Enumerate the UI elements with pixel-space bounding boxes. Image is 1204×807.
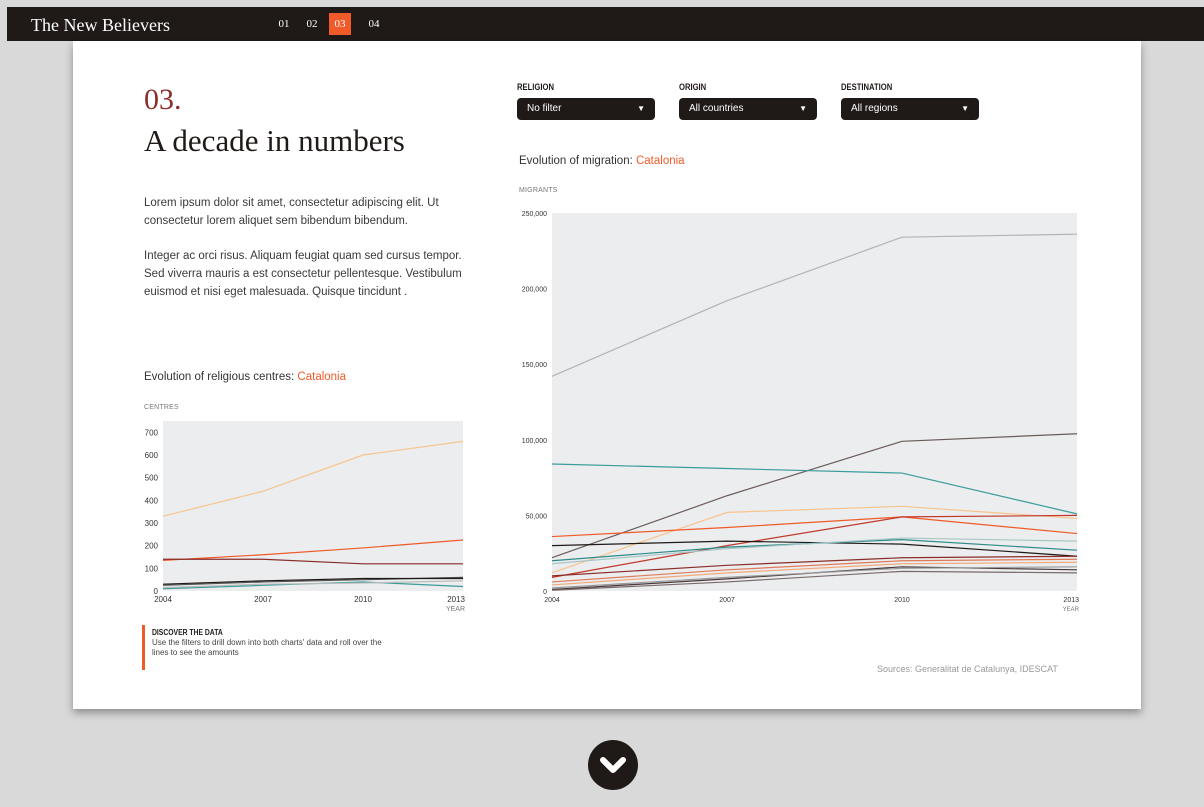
discover-callout: DISCOVER THE DATA Use the filters to dri… <box>142 625 392 670</box>
centres-heading-prefix: Evolution of religious centres: <box>144 371 298 383</box>
site-title[interactable]: The New Believers <box>31 15 170 36</box>
centres-x-tick-label: 2004 <box>154 595 172 604</box>
migration-x-tick-label: 2013 <box>1063 597 1079 604</box>
intro-paragraph-2: Integer ac orci risus. Aliquam feugiat q… <box>144 250 462 298</box>
triangle-down-icon: ▼ <box>799 104 807 113</box>
nav-item-01[interactable]: 01 <box>273 13 295 35</box>
triangle-down-icon: ▼ <box>637 104 645 113</box>
migration-y-tick-label: 100,000 <box>522 438 547 445</box>
discover-text: Use the filters to drill down into both … <box>152 638 382 657</box>
centres-chart-heading: Evolution of religious centres: Cataloni… <box>144 371 346 383</box>
migration-x-tick-label: 2007 <box>719 597 735 604</box>
religion-select-value: No filter <box>527 103 562 114</box>
migration-y-unit: MIGRANTS <box>519 187 558 194</box>
centres-x-axis-label: YEAR <box>446 606 465 613</box>
migration-x-axis-label: YEAR <box>1063 607 1080 613</box>
origin-select-value: All countries <box>689 103 744 114</box>
centres-x-tick-label: 2007 <box>254 595 272 604</box>
top-bar: The New Believers 01 02 03 04 <box>7 7 1204 41</box>
centres-plot-area <box>163 421 463 591</box>
scroll-down-button[interactable] <box>588 740 638 790</box>
nav-item-02[interactable]: 02 <box>301 13 323 35</box>
filter-label-religion: RELIGION <box>517 82 554 92</box>
migration-heading-prefix: Evolution of migration: <box>519 155 636 167</box>
discover-title: DISCOVER THE DATA <box>152 628 223 637</box>
destination-select[interactable]: All regions ▼ <box>841 98 979 120</box>
filter-label-destination: DESTINATION <box>841 82 893 92</box>
migration-chart: 0 50,000 100,000 150,000 200,000 250,000 2004 2… <box>522 211 1080 613</box>
migration-chart-heading: Evolution of migration: Catalonia <box>519 155 685 167</box>
migration-x-tick-label: 2004 <box>544 597 560 604</box>
centres-heading-region[interactable]: Catalonia <box>297 371 346 383</box>
chevron-down-icon <box>600 757 626 773</box>
chapter-title: A decade in numbers <box>144 123 405 158</box>
migration-heading-region[interactable]: Catalonia <box>636 155 685 167</box>
religious-centres-chart: 01002003004005006007002004 2007 2010 2013YE… <box>145 421 466 613</box>
religion-select[interactable]: No filter ▼ <box>517 98 655 120</box>
nav-item-03[interactable]: 03 <box>329 13 351 35</box>
centres-x-tick-label: 2010 <box>354 595 372 604</box>
migration-x-tick-label: 2010 <box>894 597 910 604</box>
centres-y-tick-label: 400 <box>145 496 159 505</box>
sources-note: Sources: Generalitat de Catalunya, IDESC… <box>877 664 1058 674</box>
centres-y-tick-label: 700 <box>145 428 159 437</box>
centres-y-tick-label: 600 <box>145 451 159 460</box>
centres-y-tick-label: 500 <box>145 474 159 483</box>
destination-select-value: All regions <box>851 103 898 114</box>
nav-item-04[interactable]: 04 <box>363 13 385 35</box>
intro-paragraph-1: Lorem ipsum dolor sit amet, consectetur … <box>144 197 439 227</box>
migration-y-tick-label: 200,000 <box>522 287 547 294</box>
migration-y-tick-label: 150,000 <box>522 362 547 369</box>
centres-y-tick-label: 300 <box>145 519 159 528</box>
triangle-down-icon: ▼ <box>961 104 969 113</box>
centres-y-unit: CENTRES <box>144 404 179 411</box>
migration-y-tick-label: 0 <box>543 589 547 596</box>
origin-select[interactable]: All countries ▼ <box>679 98 817 120</box>
content-card: 03. A decade in numbers Lorem ipsum dolo… <box>73 41 1141 709</box>
centres-x-tick-label: 2013 <box>447 595 465 604</box>
centres-y-tick-label: 100 <box>145 564 159 573</box>
filter-label-origin: ORIGIN <box>679 82 707 92</box>
migration-y-tick-label: 250,000 <box>522 211 547 218</box>
chapter-number: 03. <box>144 83 182 116</box>
migration-y-tick-label: 50,000 <box>526 513 548 520</box>
migration-plot-area <box>552 213 1077 591</box>
centres-y-tick-label: 200 <box>145 542 159 551</box>
